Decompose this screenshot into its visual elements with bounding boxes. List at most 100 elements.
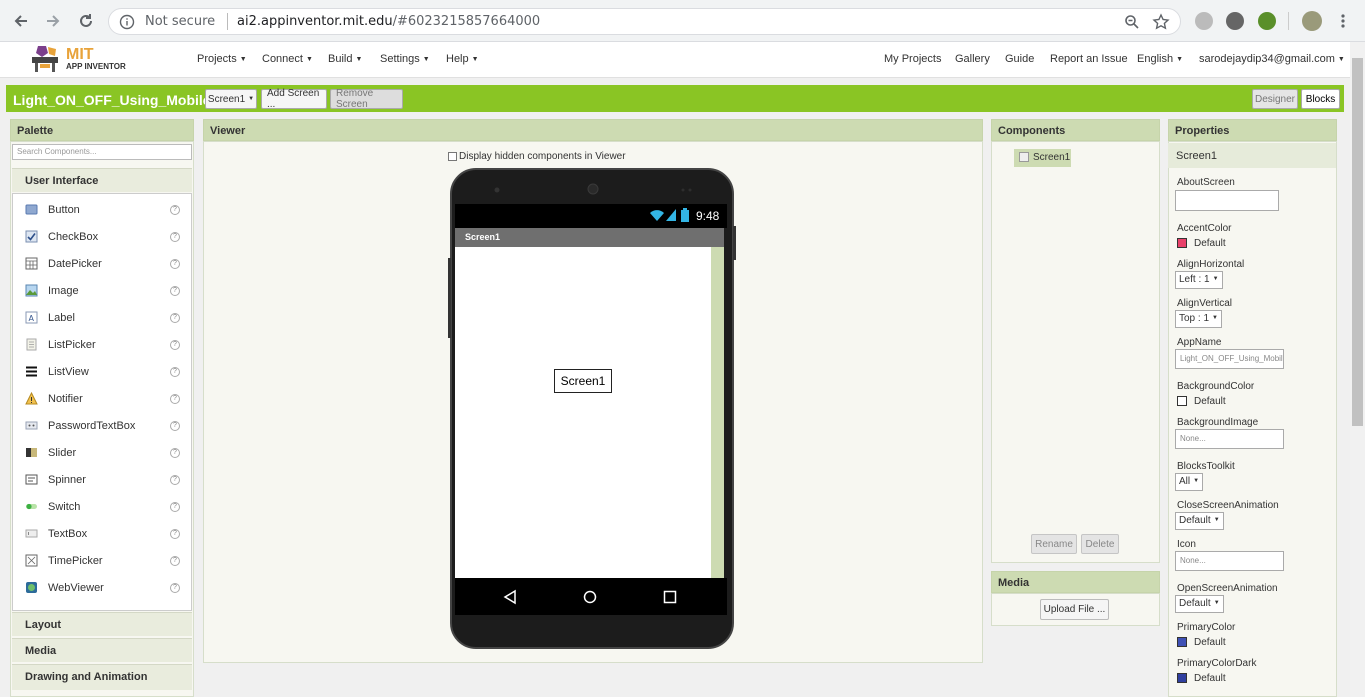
link-my-projects[interactable]: My Projects bbox=[884, 53, 941, 65]
help-icon[interactable]: ? bbox=[170, 232, 180, 242]
prop-alignhorizontal-select[interactable]: Left : 1 ▼ bbox=[1175, 271, 1223, 289]
prop-aboutscreen-textarea[interactable] bbox=[1175, 190, 1279, 211]
phone-screen-canvas[interactable] bbox=[455, 247, 711, 578]
help-icon[interactable]: ? bbox=[170, 394, 180, 404]
address-bar[interactable]: Not secure ai2.appinventor.mit.edu/#6023… bbox=[108, 8, 1181, 35]
tree-toggle-icon[interactable] bbox=[1019, 152, 1029, 162]
page-scrollbar-thumb[interactable] bbox=[1352, 58, 1363, 426]
logo-appinventor-text[interactable]: APP INVENTOR bbox=[66, 62, 126, 71]
palette-item-slider[interactable]: Slider ? bbox=[13, 440, 191, 467]
background-color-swatch[interactable] bbox=[1177, 396, 1187, 406]
prop-alignvertical-select[interactable]: Top : 1 ▼ bbox=[1175, 310, 1222, 328]
prop-appname-input[interactable]: Light_ON_OFF_Using_Mobile bbox=[1175, 349, 1284, 369]
palette-category-drawing[interactable]: Drawing and Animation bbox=[12, 664, 192, 690]
extension-icon-2[interactable] bbox=[1226, 12, 1244, 30]
help-icon[interactable]: ? bbox=[170, 367, 180, 377]
link-report-issue[interactable]: Report an Issue bbox=[1050, 53, 1128, 65]
prop-blockstoolkit-label: BlocksToolkit bbox=[1177, 461, 1235, 472]
menu-connect[interactable]: Connect ▼ bbox=[262, 53, 313, 65]
extension-icon-3[interactable] bbox=[1258, 12, 1276, 30]
help-icon[interactable]: ? bbox=[170, 529, 180, 539]
help-icon[interactable]: ? bbox=[170, 259, 180, 269]
zoom-icon[interactable] bbox=[1124, 14, 1140, 30]
palette-category-user-interface[interactable]: User Interface bbox=[12, 168, 192, 192]
help-icon[interactable]: ? bbox=[170, 448, 180, 458]
menu-help[interactable]: Help ▼ bbox=[446, 53, 479, 65]
prop-backgroundcolor-value[interactable]: Default bbox=[1194, 396, 1226, 407]
menu-dots-icon[interactable] bbox=[1340, 13, 1346, 29]
palette-item-notifier[interactable]: Notifier ? bbox=[13, 386, 191, 413]
prop-closescreenanimation-select[interactable]: Default ▼ bbox=[1175, 512, 1224, 530]
checkbox-box[interactable] bbox=[448, 151, 457, 161]
prop-backgroundimage-input[interactable]: None... bbox=[1175, 429, 1284, 449]
palette-category-layout[interactable]: Layout bbox=[12, 612, 192, 636]
upload-file-button[interactable]: Upload File ... bbox=[1040, 599, 1109, 620]
component-tree-label: Screen1 bbox=[1033, 152, 1071, 163]
delete-button[interactable]: Delete bbox=[1081, 534, 1119, 554]
palette-item-webviewer[interactable]: WebViewer ? bbox=[13, 575, 191, 602]
add-screen-button[interactable]: Add Screen ... bbox=[261, 88, 327, 110]
help-icon[interactable]: ? bbox=[170, 421, 180, 431]
accent-color-swatch[interactable] bbox=[1177, 238, 1187, 248]
help-icon[interactable]: ? bbox=[170, 475, 180, 485]
component-tree-screen1[interactable]: Screen1 bbox=[1014, 149, 1071, 167]
help-icon[interactable]: ? bbox=[170, 502, 180, 512]
prop-accentcolor-value[interactable]: Default bbox=[1194, 238, 1226, 249]
project-title: Light_ON_OFF_Using_Mobile bbox=[13, 92, 211, 108]
help-icon[interactable]: ? bbox=[170, 583, 180, 593]
palette-category-media[interactable]: Media bbox=[12, 638, 192, 662]
menu-language[interactable]: English ▼ bbox=[1137, 53, 1183, 65]
help-icon[interactable]: ? bbox=[170, 205, 180, 215]
profile-avatar[interactable] bbox=[1302, 11, 1322, 31]
blocks-button[interactable]: Blocks bbox=[1301, 89, 1340, 109]
menu-account[interactable]: sarodejaydip34@gmail.com ▼ bbox=[1199, 53, 1345, 65]
palette-item-listview[interactable]: ListView ? bbox=[13, 359, 191, 386]
timepicker-icon bbox=[25, 554, 38, 567]
palette-item-image[interactable]: Image ? bbox=[13, 278, 191, 305]
link-gallery[interactable]: Gallery bbox=[955, 53, 990, 65]
prop-openscreenanimation-select[interactable]: Default ▼ bbox=[1175, 595, 1224, 613]
remove-screen-button[interactable]: Remove Screen bbox=[330, 88, 403, 110]
help-icon[interactable]: ? bbox=[170, 313, 180, 323]
help-icon[interactable]: ? bbox=[170, 286, 180, 296]
palette-item-datepicker[interactable]: DatePicker ? bbox=[13, 251, 191, 278]
palette-search-input[interactable]: Search Components... bbox=[12, 144, 192, 160]
palette-item-checkbox[interactable]: CheckBox ? bbox=[13, 224, 191, 251]
display-hidden-checkbox[interactable]: Display hidden components in Viewer bbox=[448, 151, 626, 162]
prop-primarycolordark-value[interactable]: Default bbox=[1194, 673, 1226, 684]
forward-button[interactable] bbox=[40, 8, 66, 34]
prop-primarycolor-value[interactable]: Default bbox=[1194, 637, 1226, 648]
prop-icon-input[interactable]: None... bbox=[1175, 551, 1284, 571]
palette-item-textbox[interactable]: TextBox ? bbox=[13, 521, 191, 548]
back-arrow-icon bbox=[14, 15, 27, 27]
info-icon[interactable] bbox=[119, 14, 135, 30]
palette-item-spinner[interactable]: Spinner ? bbox=[13, 467, 191, 494]
palette-item-button[interactable]: Button ? bbox=[13, 197, 191, 224]
palette-item-listpicker[interactable]: ListPicker ? bbox=[13, 332, 191, 359]
palette-item-label-component[interactable]: A Label ? bbox=[13, 305, 191, 332]
menu-projects[interactable]: Projects ▼ bbox=[197, 53, 247, 65]
link-guide[interactable]: Guide bbox=[1005, 53, 1034, 65]
palette-item-passwordtextbox[interactable]: PasswordTextBox ? bbox=[13, 413, 191, 440]
mit-logo-icon[interactable] bbox=[28, 44, 64, 74]
primary-dark-color-swatch[interactable] bbox=[1177, 673, 1187, 683]
reload-button[interactable] bbox=[73, 8, 99, 34]
help-icon[interactable]: ? bbox=[170, 340, 180, 350]
designer-button[interactable]: Designer bbox=[1252, 89, 1298, 109]
extension-icon-1[interactable] bbox=[1195, 12, 1213, 30]
screen-component-label[interactable]: Screen1 bbox=[554, 369, 612, 393]
primary-color-swatch[interactable] bbox=[1177, 637, 1187, 647]
prop-blockstoolkit-select[interactable]: All ▼ bbox=[1175, 473, 1204, 491]
screen-select-dropdown[interactable]: Screen1 ▼ bbox=[205, 89, 257, 109]
menu-settings[interactable]: Settings ▼ bbox=[380, 53, 430, 65]
back-button[interactable] bbox=[8, 8, 34, 34]
palette-item-timepicker[interactable]: TimePicker ? bbox=[13, 548, 191, 575]
bookmark-star-icon[interactable] bbox=[1152, 13, 1170, 31]
media-header: Media bbox=[991, 571, 1160, 593]
help-icon[interactable]: ? bbox=[170, 556, 180, 566]
menu-build[interactable]: Build ▼ bbox=[328, 53, 362, 65]
palette-item-label: Label bbox=[48, 312, 75, 324]
rename-button[interactable]: Rename bbox=[1031, 534, 1077, 554]
url-text[interactable]: ai2.appinventor.mit.edu/#602321585766400… bbox=[237, 14, 540, 29]
palette-item-switch[interactable]: Switch ? bbox=[13, 494, 191, 521]
